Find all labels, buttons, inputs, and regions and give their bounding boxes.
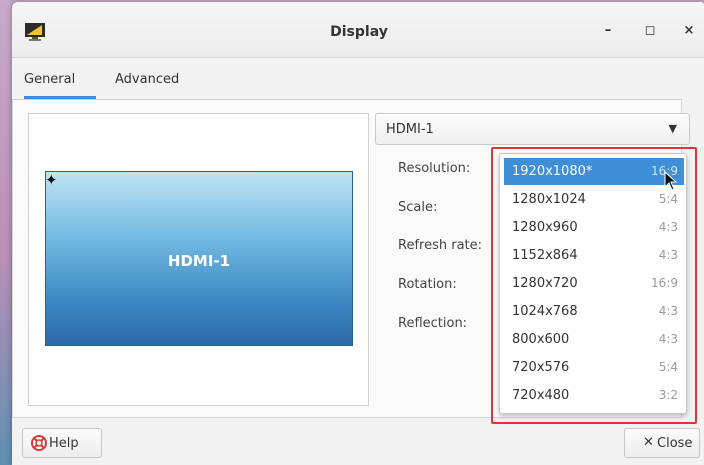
resolution-option[interactable]: 1152x864 4:3 [504, 242, 684, 269]
window-close-button[interactable]: × [678, 20, 700, 42]
resolution-option-ratio: 4:3 [658, 304, 678, 318]
resolution-option-ratio: 4:3 [658, 332, 678, 346]
tab-advanced[interactable]: Advanced [115, 72, 179, 87]
resolution-option-ratio: 5:4 [658, 360, 678, 374]
output-select[interactable]: HDMI-1 ▼ [375, 113, 690, 145]
resolution-option-value: 1280x720 [512, 276, 578, 291]
monitor-preview-label: HDMI-1 [167, 252, 231, 270]
resolution-option-value: 1280x960 [512, 220, 578, 235]
resolution-option-value: 1920x1080* [512, 164, 593, 179]
resolution-option-value: 1280x1024 [512, 192, 586, 207]
minimize-button[interactable]: – [597, 20, 619, 42]
resolution-option[interactable]: 1280x1024 5:4 [504, 186, 684, 213]
resolution-dropdown-list: 1920x1080* 16:9 1280x1024 5:4 1280x960 4… [499, 153, 687, 414]
close-button-label: Close [657, 436, 693, 451]
primary-display-icon: ✦ [45, 171, 58, 189]
resolution-option-value: 720x480 [512, 388, 570, 403]
resolution-option-ratio: 5:4 [658, 192, 678, 206]
resolution-option-value: 1024x768 [512, 304, 578, 319]
resolution-option[interactable]: 1280x960 4:3 [504, 214, 684, 241]
title-bar[interactable]: Display – ◻ × [12, 2, 704, 58]
reflection-label: Reflection: [398, 316, 468, 331]
chevron-down-icon: ▼ [668, 122, 677, 135]
resolution-option[interactable]: 1920x1080* 16:9 [504, 158, 684, 185]
output-select-value: HDMI-1 [386, 122, 434, 137]
resolution-option-value: 1152x864 [512, 248, 578, 263]
help-button-label: Help [49, 436, 79, 451]
resolution-option-ratio: 16:9 [651, 276, 678, 290]
resolution-label: Resolution: [398, 161, 471, 176]
resolution-option-ratio: 4:3 [658, 248, 678, 262]
close-button[interactable]: ✕ Close [624, 428, 700, 458]
refresh-rate-label: Refresh rate: [398, 238, 483, 253]
resolution-option[interactable]: 800x600 4:3 [504, 326, 684, 353]
resolution-option[interactable]: 720x576 5:4 [504, 354, 684, 381]
rotation-label: Rotation: [398, 277, 457, 292]
help-button[interactable]: Help [22, 428, 102, 458]
tab-general[interactable]: General [24, 72, 75, 87]
resolution-option-ratio: 4:3 [658, 220, 678, 234]
mouse-pointer-icon [664, 171, 678, 191]
resolution-option-ratio: 3:2 [658, 388, 678, 402]
lifebuoy-icon [31, 435, 47, 451]
resolution-option[interactable]: 1024x768 4:3 [504, 298, 684, 325]
resolution-option-value: 720x576 [512, 360, 570, 375]
close-icon: ✕ [643, 435, 654, 450]
scale-label: Scale: [398, 200, 438, 215]
resolution-option[interactable]: 720x480 3:2 [504, 382, 684, 409]
resolution-option[interactable]: 1280x720 16:9 [504, 270, 684, 297]
maximize-button[interactable]: ◻ [639, 20, 661, 42]
resolution-option-value: 800x600 [512, 332, 570, 347]
